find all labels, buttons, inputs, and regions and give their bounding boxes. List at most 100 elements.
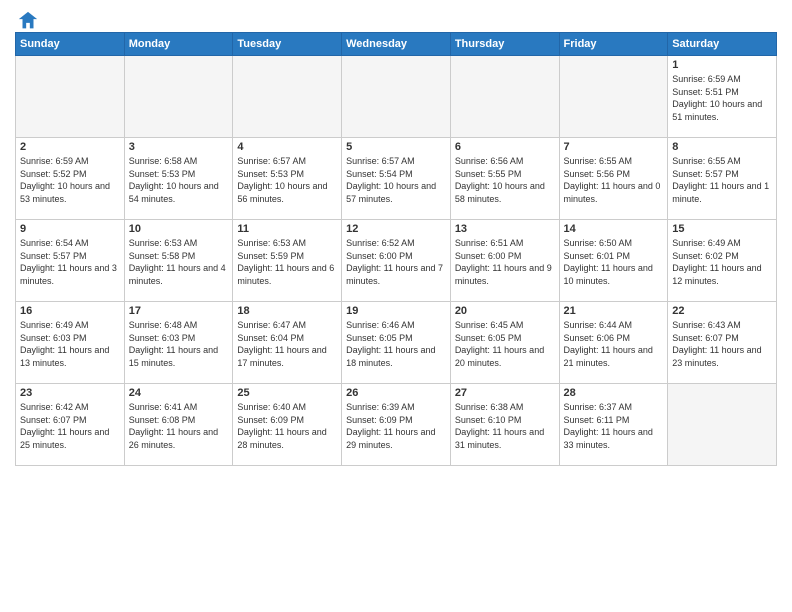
day-info: Sunrise: 6:37 AMSunset: 6:11 PMDaylight:…: [564, 401, 664, 451]
day-info: Sunrise: 6:58 AMSunset: 5:53 PMDaylight:…: [129, 155, 229, 205]
calendar-cell: 9 Sunrise: 6:54 AMSunset: 5:57 PMDayligh…: [16, 220, 125, 302]
day-info: Sunrise: 6:42 AMSunset: 6:07 PMDaylight:…: [20, 401, 120, 451]
calendar-cell: 19 Sunrise: 6:46 AMSunset: 6:05 PMDaylig…: [342, 302, 451, 384]
weekday-header-row: SundayMondayTuesdayWednesdayThursdayFrid…: [16, 33, 777, 56]
day-number: 11: [237, 223, 337, 235]
day-number: 14: [564, 223, 664, 235]
calendar-cell: 13 Sunrise: 6:51 AMSunset: 6:00 PMDaylig…: [450, 220, 559, 302]
day-info: Sunrise: 6:57 AMSunset: 5:53 PMDaylight:…: [237, 155, 337, 205]
calendar-cell: [233, 56, 342, 138]
day-info: Sunrise: 6:50 AMSunset: 6:01 PMDaylight:…: [564, 237, 664, 287]
calendar-cell: [16, 56, 125, 138]
day-number: 19: [346, 305, 446, 317]
day-info: Sunrise: 6:57 AMSunset: 5:54 PMDaylight:…: [346, 155, 446, 205]
day-info: Sunrise: 6:52 AMSunset: 6:00 PMDaylight:…: [346, 237, 446, 287]
day-number: 8: [672, 141, 772, 153]
calendar-cell: 21 Sunrise: 6:44 AMSunset: 6:06 PMDaylig…: [559, 302, 668, 384]
day-number: 7: [564, 141, 664, 153]
logo: [15, 10, 39, 28]
day-info: Sunrise: 6:41 AMSunset: 6:08 PMDaylight:…: [129, 401, 229, 451]
calendar-cell: [450, 56, 559, 138]
week-row-2: 2 Sunrise: 6:59 AMSunset: 5:52 PMDayligh…: [16, 138, 777, 220]
day-info: Sunrise: 6:53 AMSunset: 5:59 PMDaylight:…: [237, 237, 337, 287]
weekday-header-wednesday: Wednesday: [342, 33, 451, 56]
day-number: 2: [20, 141, 120, 153]
calendar-cell: 17 Sunrise: 6:48 AMSunset: 6:03 PMDaylig…: [124, 302, 233, 384]
day-number: 5: [346, 141, 446, 153]
calendar-cell: 10 Sunrise: 6:53 AMSunset: 5:58 PMDaylig…: [124, 220, 233, 302]
day-number: 28: [564, 387, 664, 399]
calendar-cell: 28 Sunrise: 6:37 AMSunset: 6:11 PMDaylig…: [559, 384, 668, 466]
day-info: Sunrise: 6:38 AMSunset: 6:10 PMDaylight:…: [455, 401, 555, 451]
calendar-cell: [124, 56, 233, 138]
day-number: 15: [672, 223, 772, 235]
week-row-4: 16 Sunrise: 6:49 AMSunset: 6:03 PMDaylig…: [16, 302, 777, 384]
calendar-table: SundayMondayTuesdayWednesdayThursdayFrid…: [15, 32, 777, 466]
weekday-header-sunday: Sunday: [16, 33, 125, 56]
day-info: Sunrise: 6:56 AMSunset: 5:55 PMDaylight:…: [455, 155, 555, 205]
calendar-cell: 16 Sunrise: 6:49 AMSunset: 6:03 PMDaylig…: [16, 302, 125, 384]
calendar-cell: 18 Sunrise: 6:47 AMSunset: 6:04 PMDaylig…: [233, 302, 342, 384]
day-info: Sunrise: 6:51 AMSunset: 6:00 PMDaylight:…: [455, 237, 555, 287]
calendar-cell: [559, 56, 668, 138]
calendar-cell: [668, 384, 777, 466]
calendar-cell: 12 Sunrise: 6:52 AMSunset: 6:00 PMDaylig…: [342, 220, 451, 302]
calendar-cell: 25 Sunrise: 6:40 AMSunset: 6:09 PMDaylig…: [233, 384, 342, 466]
day-number: 12: [346, 223, 446, 235]
logo-icon: [17, 10, 39, 32]
calendar-cell: 2 Sunrise: 6:59 AMSunset: 5:52 PMDayligh…: [16, 138, 125, 220]
day-number: 13: [455, 223, 555, 235]
day-number: 25: [237, 387, 337, 399]
day-info: Sunrise: 6:48 AMSunset: 6:03 PMDaylight:…: [129, 319, 229, 369]
calendar-cell: 20 Sunrise: 6:45 AMSunset: 6:05 PMDaylig…: [450, 302, 559, 384]
calendar-cell: 8 Sunrise: 6:55 AMSunset: 5:57 PMDayligh…: [668, 138, 777, 220]
day-info: Sunrise: 6:53 AMSunset: 5:58 PMDaylight:…: [129, 237, 229, 287]
week-row-3: 9 Sunrise: 6:54 AMSunset: 5:57 PMDayligh…: [16, 220, 777, 302]
day-info: Sunrise: 6:45 AMSunset: 6:05 PMDaylight:…: [455, 319, 555, 369]
day-info: Sunrise: 6:59 AMSunset: 5:51 PMDaylight:…: [672, 73, 772, 123]
day-number: 27: [455, 387, 555, 399]
weekday-header-monday: Monday: [124, 33, 233, 56]
calendar-cell: 5 Sunrise: 6:57 AMSunset: 5:54 PMDayligh…: [342, 138, 451, 220]
day-number: 16: [20, 305, 120, 317]
calendar-cell: 14 Sunrise: 6:50 AMSunset: 6:01 PMDaylig…: [559, 220, 668, 302]
day-info: Sunrise: 6:43 AMSunset: 6:07 PMDaylight:…: [672, 319, 772, 369]
day-info: Sunrise: 6:54 AMSunset: 5:57 PMDaylight:…: [20, 237, 120, 287]
day-number: 4: [237, 141, 337, 153]
day-info: Sunrise: 6:44 AMSunset: 6:06 PMDaylight:…: [564, 319, 664, 369]
day-number: 3: [129, 141, 229, 153]
calendar-cell: 27 Sunrise: 6:38 AMSunset: 6:10 PMDaylig…: [450, 384, 559, 466]
weekday-header-tuesday: Tuesday: [233, 33, 342, 56]
day-info: Sunrise: 6:47 AMSunset: 6:04 PMDaylight:…: [237, 319, 337, 369]
calendar-cell: 4 Sunrise: 6:57 AMSunset: 5:53 PMDayligh…: [233, 138, 342, 220]
day-number: 9: [20, 223, 120, 235]
calendar-cell: 3 Sunrise: 6:58 AMSunset: 5:53 PMDayligh…: [124, 138, 233, 220]
main-container: SundayMondayTuesdayWednesdayThursdayFrid…: [0, 0, 792, 471]
day-info: Sunrise: 6:49 AMSunset: 6:03 PMDaylight:…: [20, 319, 120, 369]
day-info: Sunrise: 6:59 AMSunset: 5:52 PMDaylight:…: [20, 155, 120, 205]
day-number: 20: [455, 305, 555, 317]
weekday-header-thursday: Thursday: [450, 33, 559, 56]
calendar-cell: [342, 56, 451, 138]
day-info: Sunrise: 6:55 AMSunset: 5:56 PMDaylight:…: [564, 155, 664, 205]
day-info: Sunrise: 6:46 AMSunset: 6:05 PMDaylight:…: [346, 319, 446, 369]
day-number: 24: [129, 387, 229, 399]
weekday-header-friday: Friday: [559, 33, 668, 56]
header: [15, 10, 777, 28]
day-number: 21: [564, 305, 664, 317]
week-row-1: 1 Sunrise: 6:59 AMSunset: 5:51 PMDayligh…: [16, 56, 777, 138]
calendar-cell: 22 Sunrise: 6:43 AMSunset: 6:07 PMDaylig…: [668, 302, 777, 384]
calendar-cell: 23 Sunrise: 6:42 AMSunset: 6:07 PMDaylig…: [16, 384, 125, 466]
day-number: 26: [346, 387, 446, 399]
day-number: 22: [672, 305, 772, 317]
calendar-cell: 24 Sunrise: 6:41 AMSunset: 6:08 PMDaylig…: [124, 384, 233, 466]
calendar-cell: 26 Sunrise: 6:39 AMSunset: 6:09 PMDaylig…: [342, 384, 451, 466]
calendar-cell: 15 Sunrise: 6:49 AMSunset: 6:02 PMDaylig…: [668, 220, 777, 302]
calendar-cell: 6 Sunrise: 6:56 AMSunset: 5:55 PMDayligh…: [450, 138, 559, 220]
day-info: Sunrise: 6:39 AMSunset: 6:09 PMDaylight:…: [346, 401, 446, 451]
day-info: Sunrise: 6:49 AMSunset: 6:02 PMDaylight:…: [672, 237, 772, 287]
calendar-cell: 7 Sunrise: 6:55 AMSunset: 5:56 PMDayligh…: [559, 138, 668, 220]
day-number: 6: [455, 141, 555, 153]
day-info: Sunrise: 6:40 AMSunset: 6:09 PMDaylight:…: [237, 401, 337, 451]
weekday-header-saturday: Saturday: [668, 33, 777, 56]
